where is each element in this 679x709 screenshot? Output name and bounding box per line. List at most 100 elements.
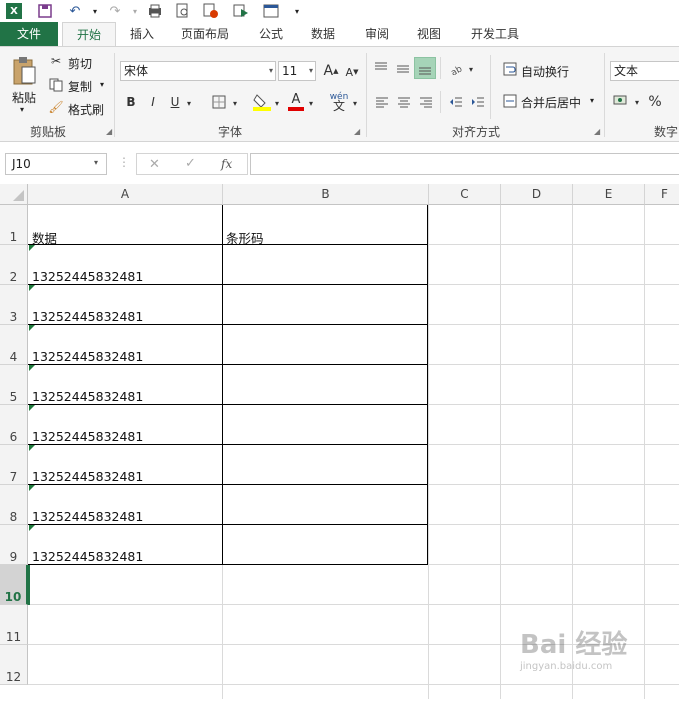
copy-button[interactable]: 复制 — [68, 78, 92, 95]
phonetic-dropdown-icon[interactable]: ▾ — [350, 94, 360, 112]
tab-home[interactable]: 开始 — [62, 22, 116, 47]
paste-dropdown-icon[interactable]: ▾ — [20, 105, 24, 114]
column-header-E[interactable]: E — [573, 184, 645, 205]
font-launcher-icon[interactable]: ◢ — [354, 127, 360, 136]
undo-dropdown-icon[interactable]: ▾ — [86, 2, 104, 20]
find-icon[interactable] — [174, 2, 192, 20]
orientation-dropdown-icon[interactable]: ▾ — [466, 61, 476, 77]
cell-A9[interactable]: 13252445832481 — [32, 549, 143, 564]
save-icon[interactable] — [36, 2, 54, 20]
select-all-corner[interactable] — [0, 184, 28, 205]
row-header-3[interactable]: 3 — [0, 285, 28, 325]
row-header-10[interactable]: 10 — [0, 565, 28, 605]
phonetic-button[interactable]: wén 文 — [328, 91, 350, 113]
enter-icon[interactable]: ✓ — [185, 156, 196, 171]
merge-center-button[interactable]: 合并后居中 — [521, 94, 581, 111]
row-header-12[interactable]: 12 — [0, 645, 28, 685]
orientation-icon[interactable]: ab — [448, 59, 466, 77]
paste-button[interactable]: 粘贴 — [12, 89, 36, 106]
font-size-combo[interactable]: 11 ▾ — [278, 61, 316, 81]
column-header-A[interactable]: A — [28, 184, 223, 205]
macro-icon[interactable] — [232, 2, 250, 20]
cell-A3[interactable]: 13252445832481 — [32, 309, 143, 324]
shrink-font-button[interactable]: A ▼ — [344, 63, 360, 81]
name-box[interactable]: J10 ▾ — [5, 153, 107, 175]
borders-dropdown-icon[interactable]: ▾ — [230, 94, 240, 112]
cell-A7[interactable]: 13252445832481 — [32, 469, 143, 484]
formula-input[interactable] — [250, 153, 679, 175]
grow-font-button[interactable]: A ▲ — [322, 61, 340, 81]
row-header-4[interactable]: 4 — [0, 325, 28, 365]
underline-dropdown-icon[interactable]: ▾ — [184, 94, 194, 112]
redo-dropdown-icon[interactable]: ▾ — [126, 2, 144, 20]
tab-review[interactable]: 审阅 — [354, 22, 400, 46]
tab-formulas[interactable]: 公式 — [248, 22, 294, 46]
italic-button[interactable]: I — [146, 93, 160, 111]
align-left-icon[interactable] — [374, 93, 390, 111]
paste-icon[interactable] — [10, 55, 38, 87]
clipboard-launcher-icon[interactable]: ◢ — [106, 127, 112, 136]
row-header-2[interactable]: 2 — [0, 245, 28, 285]
percent-button[interactable]: % — [646, 93, 664, 111]
cut-button[interactable]: 剪切 — [68, 55, 92, 72]
watermark: Bai 经验 jingyan.baidu.com — [520, 624, 627, 672]
column-header-D[interactable]: D — [501, 184, 573, 205]
wrap-text-button[interactable]: 自动换行 — [521, 63, 569, 80]
alignment-launcher-icon[interactable]: ◢ — [594, 127, 600, 136]
font-color-dropdown-icon[interactable]: ▾ — [306, 94, 316, 112]
underline-button[interactable]: U — [168, 93, 182, 111]
cell-A6[interactable]: 13252445832481 — [32, 429, 143, 444]
cell-A8[interactable]: 13252445832481 — [32, 509, 143, 524]
font-color-icon[interactable]: A — [286, 91, 306, 113]
redo-icon[interactable]: ↷ — [106, 2, 124, 20]
row-header-8[interactable]: 8 — [0, 485, 28, 525]
cell-A1[interactable]: 数据 — [32, 228, 57, 247]
align-right-icon[interactable] — [418, 93, 434, 111]
tab-developer[interactable]: 开发工具 — [462, 22, 528, 46]
error-indicator-icon — [29, 325, 35, 331]
cell-B1[interactable]: 条形码 — [226, 228, 264, 247]
borders-icon[interactable] — [210, 93, 228, 111]
bold-button[interactable]: B — [124, 93, 138, 111]
row-header-9[interactable]: 9 — [0, 525, 28, 565]
tab-file[interactable]: 文件 — [0, 22, 58, 46]
form-icon[interactable] — [262, 2, 280, 20]
middle-align-icon[interactable] — [394, 59, 412, 77]
print-preview-icon[interactable] — [146, 2, 164, 20]
row-header-11[interactable]: 11 — [0, 605, 28, 645]
increase-indent-icon[interactable] — [470, 93, 486, 111]
decrease-indent-icon[interactable] — [448, 93, 464, 111]
cell-A2[interactable]: 13252445832481 — [32, 269, 143, 284]
fill-color-icon[interactable] — [252, 91, 272, 113]
tab-insert[interactable]: 插入 — [120, 22, 164, 46]
undo-icon[interactable]: ↶ — [66, 2, 84, 20]
row-header-7[interactable]: 7 — [0, 445, 28, 485]
tab-data[interactable]: 数据 — [300, 22, 346, 46]
font-name-combo[interactable]: 宋体 ▾ — [120, 61, 276, 81]
row-header-6[interactable]: 6 — [0, 405, 28, 445]
copy-dropdown-icon[interactable]: ▾ — [100, 80, 104, 89]
number-format-combo[interactable]: 文本 — [610, 61, 679, 81]
customize-icon[interactable]: ▾ — [288, 2, 306, 20]
bottom-align-icon[interactable] — [414, 57, 436, 79]
row-header-1[interactable]: 1 — [0, 205, 28, 245]
top-align-icon[interactable] — [372, 59, 390, 77]
fill-color-dropdown-icon[interactable]: ▾ — [272, 94, 282, 112]
cancel-icon[interactable]: ✕ — [149, 157, 160, 172]
column-header-C[interactable]: C — [429, 184, 501, 205]
cell-A5[interactable]: 13252445832481 — [32, 389, 143, 404]
tab-page-layout[interactable]: 页面布局 — [170, 22, 240, 46]
format-painter-button[interactable]: 格式刷 — [68, 101, 104, 118]
column-header-B[interactable]: B — [223, 184, 429, 205]
accounting-dropdown-icon[interactable]: ▾ — [632, 94, 642, 110]
merge-dropdown-icon[interactable]: ▾ — [590, 96, 594, 105]
align-center-icon[interactable] — [396, 93, 412, 111]
tab-view[interactable]: 视图 — [406, 22, 452, 46]
accounting-format-icon[interactable] — [612, 91, 632, 109]
row-header-5[interactable]: 5 — [0, 365, 28, 405]
insert-function-button[interactable]: fx — [221, 157, 232, 171]
worksheet-grid[interactable]: A B C D E F 1 2 3 4 5 6 7 8 9 10 11 12 数… — [0, 184, 679, 699]
clear-icon[interactable] — [202, 2, 220, 20]
cell-A4[interactable]: 13252445832481 — [32, 349, 143, 364]
column-header-F[interactable]: F — [645, 184, 679, 205]
